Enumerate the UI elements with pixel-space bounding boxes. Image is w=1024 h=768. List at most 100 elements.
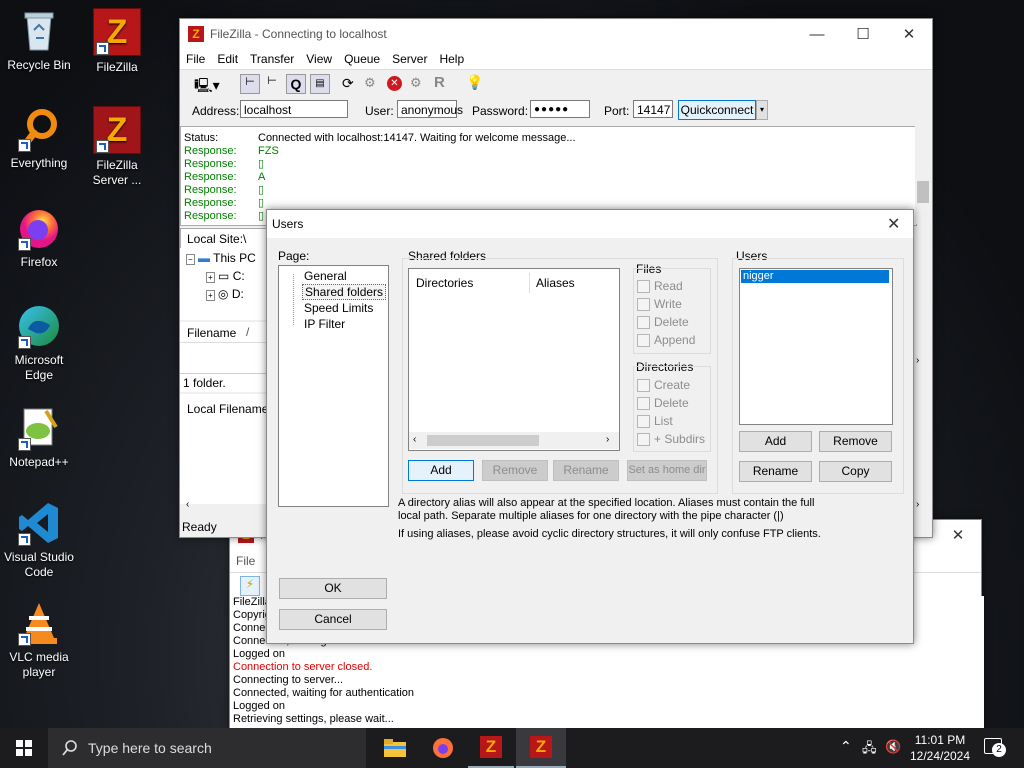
directories-column-header[interactable]: Directories [416, 276, 473, 290]
quickconnect-button[interactable]: Quickconnect [678, 100, 756, 120]
page-item-shared-folders[interactable]: Shared folders [302, 284, 387, 300]
taskbar-app-explorer[interactable] [372, 728, 418, 768]
volume-muted-icon[interactable]: 🔇 [885, 739, 901, 755]
tree-item-d-drive[interactable]: + ◎ D: [206, 287, 244, 301]
filezilla-server-icon: Z [530, 736, 552, 758]
filezilla-titlebar[interactable]: Z FileZilla - Connecting to localhost — … [180, 19, 932, 49]
toggle-queue-icon[interactable]: Q [286, 74, 306, 94]
process-icon[interactable]: ⚙ [364, 75, 376, 91]
log-scrollbar[interactable] [915, 126, 931, 224]
menu-help[interactable]: Help [433, 52, 470, 66]
users-list[interactable]: nigger [739, 268, 893, 425]
delete-files-checkbox[interactable]: Delete [637, 313, 689, 331]
horizontal-scrollbar[interactable]: ‹ › [409, 432, 619, 449]
set-home-dir-button[interactable]: Set as home dir [627, 460, 707, 481]
close-icon[interactable]: ✕ [886, 19, 932, 49]
ok-button[interactable]: OK [279, 578, 387, 599]
add-folder-button[interactable]: Add [408, 460, 474, 481]
clock[interactable]: 11:01 PM 12/24/2024 [905, 732, 975, 764]
tree-item-c-drive[interactable]: + ▭ C: [206, 269, 245, 283]
menu-transfer[interactable]: Transfer [244, 52, 300, 66]
subdirs-checkbox[interactable]: + Subdirs [637, 430, 705, 448]
filename-column-header[interactable]: Filename [187, 326, 236, 340]
desktop-icon-firefox[interactable]: Firefox [0, 205, 78, 270]
maximize-icon[interactable]: ☐ [840, 19, 886, 49]
port-input[interactable]: 14147 [633, 100, 673, 118]
remove-user-button[interactable]: Remove [819, 431, 892, 452]
desktop-icon-edge[interactable]: Microsoft Edge [0, 303, 78, 383]
notification-center-button[interactable]: 2 [980, 736, 1006, 760]
search-box[interactable]: Type here to search [48, 728, 366, 768]
drive-icon: ▭ [218, 269, 230, 283]
taskbar-app-filezilla-server[interactable]: Z [516, 728, 566, 768]
desktop-icon-everything[interactable]: Everything [0, 106, 78, 171]
close-icon[interactable]: ✕ [887, 214, 900, 234]
tree-item-this-pc[interactable]: − ▬ This PC [186, 251, 256, 265]
menu-server[interactable]: Server [386, 52, 433, 66]
users-dialog[interactable]: Users ✕ Page: General Shared folders Spe… [266, 209, 914, 644]
minimize-icon[interactable]: — [794, 19, 840, 49]
right-scroll-arrow-2[interactable]: › [916, 499, 919, 510]
page-item-general[interactable]: General [304, 269, 347, 283]
add-user-button[interactable]: Add [739, 431, 812, 452]
start-button[interactable] [0, 728, 48, 768]
desktop-icon-notepadpp[interactable]: Notepad++ [0, 405, 78, 470]
connect-icon[interactable]: ⚡ [240, 576, 260, 596]
close-icon[interactable]: ✕ [935, 520, 981, 550]
toggle-tree-icon[interactable]: ⊢ [263, 74, 281, 92]
reconnect-icon[interactable]: R [434, 74, 445, 91]
cancel-button[interactable]: Cancel [279, 609, 387, 630]
log-line: Response: A [181, 171, 916, 184]
disconnect-icon[interactable]: ⚙ [410, 75, 422, 91]
clock-date: 12/24/2024 [909, 749, 971, 763]
dialog-title: Users [272, 217, 304, 231]
rename-folder-button[interactable]: Rename [553, 460, 619, 481]
file-list-header: Filename / [180, 322, 270, 343]
process-queue-icon[interactable]: ▤ [310, 74, 330, 94]
cancel-icon[interactable]: ✕ [387, 76, 402, 91]
write-checkbox[interactable]: Write [637, 295, 682, 313]
desktop-icon-vscode[interactable]: Visual Studio Code [0, 500, 78, 580]
desktop-icon-filezilla-server[interactable]: Z FileZilla Server ... [78, 106, 156, 188]
menu-view[interactable]: View [300, 52, 338, 66]
address-input[interactable]: localhost [240, 100, 348, 118]
page-item-ip-filter[interactable]: IP Filter [304, 317, 345, 331]
menu-edit[interactable]: Edit [211, 52, 244, 66]
taskbar-app-filezilla[interactable]: Z [468, 728, 514, 768]
password-input[interactable]: ●●●●● [530, 100, 590, 118]
rename-user-button[interactable]: Rename [739, 461, 812, 482]
site-manager-icon[interactable]: 🖳▾ [194, 75, 220, 99]
users-dialog-titlebar[interactable]: Users ✕ [267, 210, 913, 238]
toggle-log-icon[interactable]: ⊢ [240, 74, 260, 94]
log-text: FZS [258, 145, 279, 157]
taskbar-app-firefox[interactable] [420, 728, 466, 768]
desktop-icon-recycle-bin[interactable]: Recycle Bin [0, 8, 78, 73]
directories-list[interactable]: Directories Aliases ‹ › [408, 268, 620, 451]
append-checkbox[interactable]: Append [637, 331, 695, 349]
page-item-speed-limits[interactable]: Speed Limits [304, 301, 373, 315]
local-filename-column-header[interactable]: Local Filename [187, 402, 268, 416]
network-icon[interactable]: 🖧 [862, 739, 877, 761]
list-checkbox[interactable]: List [637, 412, 673, 430]
aliases-column-header[interactable]: Aliases [536, 276, 575, 290]
user-input[interactable]: anonymous [397, 100, 463, 118]
user-list-item[interactable]: nigger [741, 270, 889, 283]
chevron-up-icon[interactable]: ⌃ [840, 738, 852, 755]
menu-file[interactable]: File [180, 52, 211, 66]
desktop-icon-vlc[interactable]: VLC media player [0, 600, 78, 680]
remove-folder-button[interactable]: Remove [482, 460, 548, 481]
queue-header: Local Filename [180, 394, 270, 504]
right-scroll-arrow[interactable]: › [916, 355, 919, 366]
quickconnect-dropdown[interactable]: ▾ [756, 100, 768, 120]
copy-user-button[interactable]: Copy [819, 461, 892, 482]
delete-dirs-checkbox[interactable]: Delete [637, 394, 689, 412]
help-icon[interactable]: 💡 [466, 74, 483, 91]
read-checkbox[interactable]: Read [637, 277, 683, 295]
menu-file[interactable]: File [230, 554, 261, 568]
create-checkbox[interactable]: Create [637, 376, 690, 394]
menu-queue[interactable]: Queue [338, 52, 386, 66]
local-site-path[interactable]: \ [243, 232, 246, 246]
left-scroll-arrow[interactable]: ‹ [186, 499, 189, 510]
refresh-icon[interactable]: ⟳ [342, 75, 354, 92]
desktop-icon-filezilla[interactable]: Z FileZilla [78, 8, 156, 75]
